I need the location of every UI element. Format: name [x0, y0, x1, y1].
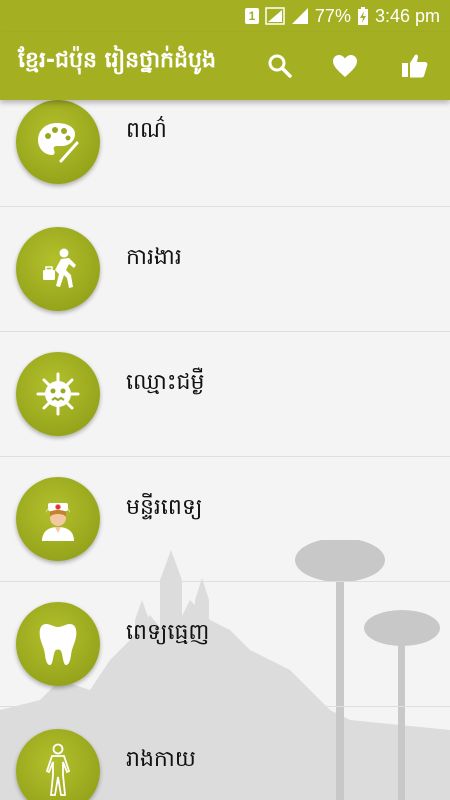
palette-icon [38, 123, 79, 163]
category-icon-badge [16, 729, 100, 800]
list-item[interactable]: ពណ៌ [0, 100, 450, 207]
list-item[interactable]: ពេទ្យធ្មេញ [0, 582, 450, 707]
category-icon-badge [16, 477, 100, 561]
list-item[interactable]: រាងកាយ [0, 707, 450, 800]
clock: 3:46 pm [374, 5, 440, 26]
virus-icon [36, 372, 80, 416]
category-list: ពណ៌ ការងារ ឈ្មោះជម្ងឺ មន្ទីរពេទ្យ ពេទ្យធ… [0, 100, 450, 800]
app-toolbar: ខ្មែរ-ជប៉ុន រៀនថ្នាក់ដំបូង [0, 32, 450, 100]
search-button[interactable] [264, 50, 296, 82]
heart-icon [333, 55, 357, 77]
list-item[interactable]: ឈ្មោះជម្ងឺ [0, 332, 450, 457]
battery-percent: 77% [314, 5, 351, 26]
sim-indicator: 1 [244, 8, 259, 24]
human-body-icon [45, 743, 71, 796]
category-icon-badge [16, 602, 100, 686]
nurse-icon [42, 503, 74, 541]
search-icon [268, 54, 292, 78]
category-label: ឈ្មោះជម្ងឺ [126, 370, 205, 395]
category-icon-badge [16, 227, 100, 311]
category-icon-badge [16, 100, 100, 184]
tooth-icon [39, 624, 77, 665]
app-title: ខ្មែរ-ជប៉ុន រៀនថ្នាក់ដំបូង [18, 48, 216, 73]
category-label: ការងារ [126, 245, 182, 270]
battery-charging-icon [357, 7, 368, 25]
signal-strength-icon [291, 8, 308, 24]
category-label: រាងកាយ [126, 747, 196, 772]
category-label: ពេទ្យធ្មេញ [126, 620, 210, 645]
list-item[interactable]: ការងារ [0, 207, 450, 332]
worker-running-icon [43, 248, 76, 288]
status-bar: 1 77% 3:46 pm [0, 0, 450, 32]
favorites-button[interactable] [329, 50, 361, 82]
signal-icon [265, 7, 285, 25]
thumbs-up-icon [402, 54, 428, 78]
list-item[interactable]: មន្ទីរពេទ្យ [0, 457, 450, 582]
category-label: មន្ទីរពេទ្យ [126, 495, 203, 520]
like-button[interactable] [399, 50, 431, 82]
category-label: ពណ៌ [126, 118, 167, 143]
category-icon-badge [16, 352, 100, 436]
